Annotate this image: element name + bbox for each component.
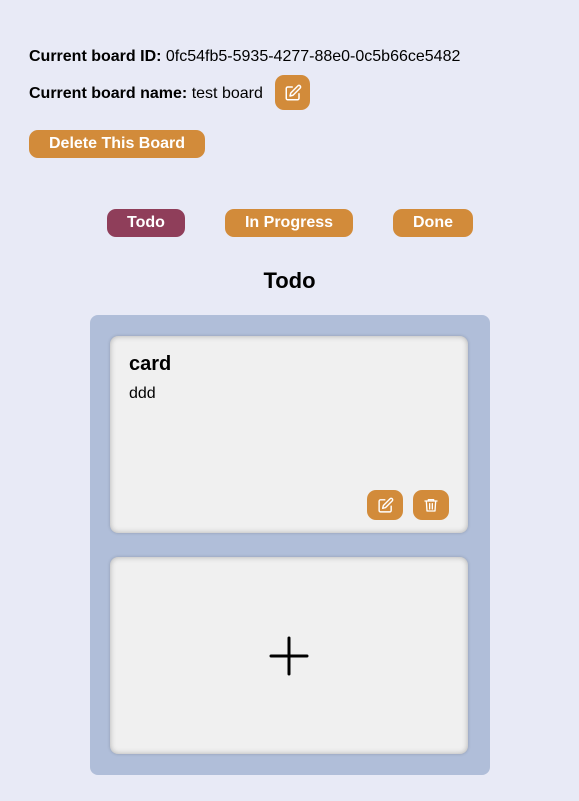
- edit-board-name-button[interactable]: [275, 75, 310, 110]
- card-description: ddd: [129, 385, 156, 402]
- board-id-line: Current board ID: 0fc54fb5-5935-4277-88e…: [29, 47, 460, 67]
- task-card: card ddd: [110, 336, 468, 533]
- tab-in-progress[interactable]: In Progress: [225, 209, 353, 237]
- tab-todo[interactable]: Todo: [107, 209, 185, 237]
- trash-icon: [424, 499, 438, 512]
- column-title: Todo: [263, 268, 316, 293]
- board-name-label: Current board name:: [29, 85, 188, 102]
- tab-done[interactable]: Done: [393, 209, 473, 237]
- board-name-value: test board: [191, 85, 263, 102]
- edit-icon: [377, 497, 393, 513]
- card-title: card: [129, 353, 172, 375]
- edit-icon: [285, 84, 301, 100]
- delete-card-button[interactable]: [413, 490, 449, 520]
- delete-board-button[interactable]: Delete This Board: [29, 130, 205, 158]
- plus-icon: [269, 636, 309, 675]
- board-id-label: Current board ID:: [29, 48, 162, 65]
- edit-card-button[interactable]: [367, 490, 403, 520]
- todo-column: card ddd: [90, 315, 490, 775]
- add-card-button[interactable]: [110, 557, 468, 754]
- board-id-value: 0fc54fb5-5935-4277-88e0-0c5b66ce5482: [165, 48, 461, 65]
- board-name-line: Current board name: test board: [29, 84, 263, 104]
- board-page: Current board ID: 0fc54fb5-5935-4277-88e…: [0, 0, 579, 801]
